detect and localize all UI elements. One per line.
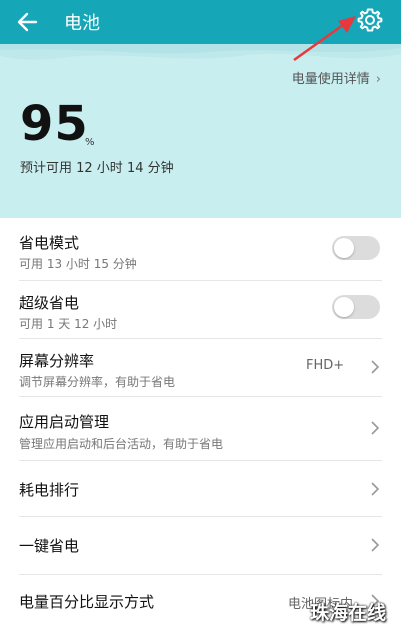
list-item-one-tap-saving[interactable]: 一键省电 [0,516,401,574]
list-item-label: 应用启动管理 [19,413,110,431]
page-title: 电池 [64,13,100,34]
gear-icon [357,8,383,32]
chevron-right-icon: › [375,72,381,87]
resolution-value: FHD+ [306,358,345,373]
list-item-subtitle: 管理应用启动和后台活动，有助于省电 [19,437,224,451]
list-item-label: 电量百分比显示方式 [19,593,155,611]
usage-details-link[interactable]: 电量使用详情 › [292,68,381,87]
annotation-arrow-icon [293,16,356,62]
toggle-knob [334,297,354,317]
power-saving-toggle[interactable] [332,236,380,260]
toggle-knob [334,238,354,258]
list-item-label: 一键省电 [19,537,80,555]
list-item-screen-resolution[interactable]: 屏幕分辨率 调节屏幕分辨率，有助于省电 FHD+ [0,338,401,396]
list-item-label: 屏幕分辨率 [19,352,95,370]
settings-button[interactable] [356,6,384,34]
ultra-power-saving-toggle[interactable] [332,295,380,319]
watermark: 珠海在线 [310,602,387,624]
percent-sign: % [85,137,95,148]
list-item-power-saving[interactable]: 省电模式 可用 13 小时 15 分钟 [0,218,401,280]
list-item-subtitle: 可用 1 天 12 小时 [19,317,118,331]
list-item-ultra-power-saving[interactable]: 超级省电 可用 1 天 12 小时 [0,280,401,338]
list-item-label: 耗电排行 [19,481,80,499]
back-arrow-icon [17,12,38,32]
list-item-label: 省电模式 [19,234,80,252]
remaining-time-estimate: 预计可用 12 小时 14 分钟 [20,161,174,176]
list-item-app-launch[interactable]: 应用启动管理 管理应用启动和后台活动，有助于省电 [0,396,401,460]
chevron-right-icon [371,421,380,435]
list-item-subtitle: 调节屏幕分辨率，有助于省电 [19,375,176,389]
list-item-label: 超级省电 [19,294,80,312]
settings-list: 省电模式 可用 13 小时 15 分钟 超级省电 可用 1 天 12 小时 屏幕… [0,218,401,630]
list-item-subtitle: 可用 13 小时 15 分钟 [19,257,137,271]
list-item-power-ranking[interactable]: 耗电排行 [0,460,401,516]
chevron-right-icon [371,538,380,552]
battery-percent: 95 [20,96,89,152]
chevron-right-icon [371,482,380,496]
chevron-right-icon [371,360,380,374]
back-button[interactable] [14,8,44,36]
usage-details-label: 电量使用详情 [291,72,370,87]
